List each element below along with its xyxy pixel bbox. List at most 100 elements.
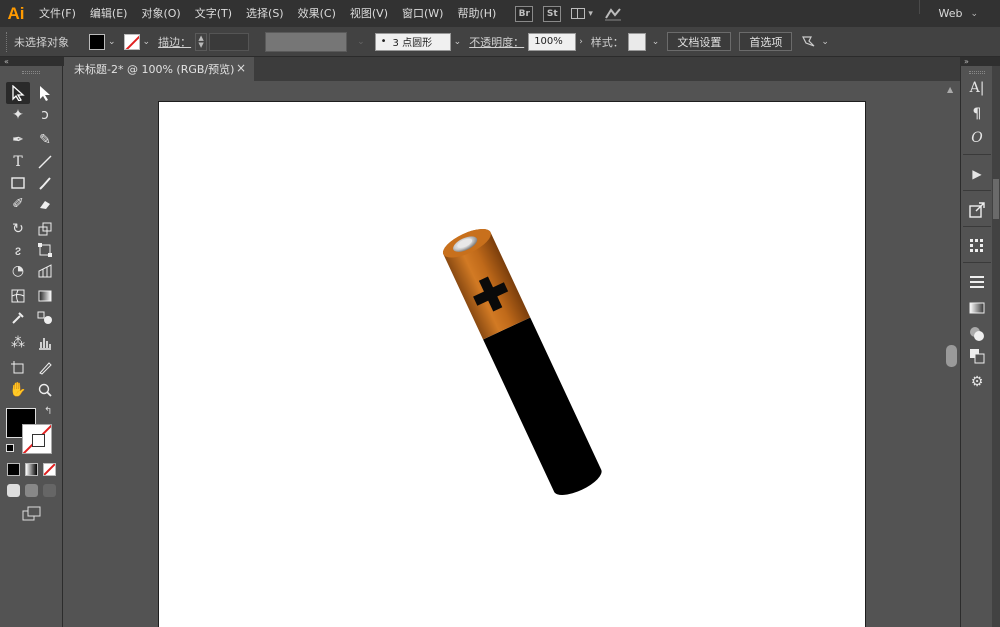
chevron-down-icon[interactable]: ⌄	[652, 37, 660, 47]
menu-object[interactable]: 对象(O)	[134, 0, 187, 27]
curvature-tool-icon[interactable]: ✎	[33, 129, 57, 151]
chevron-down-icon: ⌄	[357, 36, 365, 47]
workspace-switcher[interactable]: Web ⌄	[938, 0, 978, 27]
panel-grip[interactable]	[6, 31, 9, 52]
opacity-label[interactable]: 不透明度：	[469, 34, 524, 50]
opentype-panel-icon[interactable]: O	[966, 128, 988, 148]
none-mode-icon[interactable]	[43, 463, 56, 476]
scale-tool-icon[interactable]	[33, 218, 57, 240]
pen-tool-icon[interactable]: ✒	[6, 129, 30, 151]
gpu-performance-icon[interactable]	[603, 6, 623, 22]
draw-normal-icon[interactable]	[7, 484, 20, 497]
actions-panel-icon[interactable]: ▶	[966, 164, 988, 184]
menu-effect[interactable]: 效果(C)	[291, 0, 343, 27]
shaper-tool-icon[interactable]: ✐	[6, 193, 30, 215]
mesh-tool-icon[interactable]	[6, 285, 30, 307]
opacity-field[interactable]: 100%	[528, 32, 577, 51]
arrange-documents-button[interactable]: ▾	[571, 8, 593, 19]
stroke-panel-icon[interactable]	[966, 272, 988, 292]
vertical-scrollbar[interactable]: ▲	[944, 81, 960, 627]
artboard-tool-icon[interactable]	[6, 357, 30, 379]
eraser-tool-icon[interactable]	[33, 193, 57, 215]
document-tab[interactable]: 未标题-2* @ 100% (RGB/预览) ×	[64, 57, 254, 81]
free-transform-tool-icon[interactable]	[33, 239, 57, 261]
canvas-area[interactable]	[64, 81, 944, 627]
color-mode-icon[interactable]	[7, 463, 20, 476]
selection-tool-icon[interactable]	[6, 82, 30, 104]
hand-tool-icon[interactable]: ✋	[6, 379, 30, 401]
zoom-tool-icon[interactable]	[33, 379, 57, 401]
tools-panel-header[interactable]: «	[0, 57, 64, 66]
menu-view[interactable]: 视图(V)	[343, 0, 395, 27]
panel-dock: A| ¶ O ▶ ⚙	[960, 66, 992, 627]
warp-tool-icon[interactable]: ᴤ	[6, 239, 30, 261]
type-tool-icon[interactable]: T	[6, 151, 30, 173]
paragraph-panel-icon[interactable]: ¶	[966, 104, 988, 124]
eyedropper-tool-icon[interactable]	[6, 307, 30, 329]
graphic-style-swatch[interactable]	[627, 32, 646, 51]
dock-panel-header[interactable]: »	[960, 57, 1000, 66]
battery[interactable]	[439, 223, 605, 501]
slice-tool-icon[interactable]	[33, 357, 57, 379]
panel-grip[interactable]	[22, 71, 40, 74]
scrollbar-thumb[interactable]	[993, 179, 999, 219]
panel-grip[interactable]	[969, 71, 985, 74]
gradient-panel-icon[interactable]	[966, 298, 988, 318]
screen-mode-icon[interactable]	[22, 506, 42, 525]
draw-inside-icon[interactable]	[43, 484, 56, 497]
menu-file[interactable]: 文件(F)	[32, 0, 83, 27]
bridge-button[interactable]: Br	[515, 5, 534, 22]
chevron-down-icon[interactable]: ⌄	[821, 37, 829, 47]
scrollbar-thumb[interactable]	[946, 345, 957, 367]
chevron-right-icon[interactable]: ›	[579, 37, 583, 47]
chevron-down-icon[interactable]: ⌄	[454, 37, 462, 47]
rectangle-tool-icon[interactable]	[6, 172, 30, 194]
preferences-button[interactable]: 首选项	[739, 32, 793, 51]
graphic-styles-panel-icon[interactable]: ⚙	[966, 372, 988, 392]
align-panel-icon[interactable]	[966, 236, 988, 256]
column-graph-tool-icon[interactable]	[33, 332, 57, 354]
line-tool-icon[interactable]	[33, 151, 57, 173]
close-icon[interactable]: ×	[236, 61, 246, 75]
stock-button[interactable]: St	[543, 5, 562, 22]
draw-behind-icon[interactable]	[25, 484, 38, 497]
shape-builder-tool-icon[interactable]: ◔	[6, 260, 30, 282]
default-fill-stroke-icon[interactable]	[6, 444, 14, 452]
brush-value: 3 点圆形	[392, 38, 433, 49]
document-setup-button[interactable]: 文档设置	[667, 32, 732, 51]
stroke-weight-field[interactable]	[209, 32, 250, 51]
stroke-swatch[interactable]	[123, 33, 140, 50]
chevron-down-icon[interactable]: ⌄	[143, 37, 151, 47]
menu-select[interactable]: 选择(S)	[239, 0, 291, 27]
stroke-color-box[interactable]	[22, 424, 52, 454]
artboard[interactable]	[158, 101, 866, 627]
character-panel-icon[interactable]: A|	[966, 78, 988, 98]
menu-help[interactable]: 帮助(H)	[450, 0, 503, 27]
rotate-tool-icon[interactable]: ↻	[6, 218, 30, 240]
chevron-down-icon[interactable]: ⌄	[108, 37, 116, 47]
variable-width-profile[interactable]	[265, 31, 348, 52]
symbol-sprayer-tool-icon[interactable]: ⁂	[6, 332, 30, 354]
pin-icon[interactable]	[800, 34, 818, 50]
fill-swatch[interactable]	[89, 33, 105, 50]
paintbrush-tool-icon[interactable]	[33, 172, 57, 194]
menu-type[interactable]: 文字(T)	[188, 0, 239, 27]
battery-artwork[interactable]	[159, 102, 867, 627]
appearance-panel-icon[interactable]	[966, 346, 988, 366]
transparency-panel-icon[interactable]	[966, 324, 988, 344]
menu-edit[interactable]: 编辑(E)	[83, 0, 135, 27]
gradient-tool-icon[interactable]	[33, 285, 57, 307]
menu-window[interactable]: 窗口(W)	[395, 0, 450, 27]
lasso-tool-icon[interactable]: ↄ	[33, 104, 57, 126]
magic-wand-tool-icon[interactable]: ✦	[6, 104, 30, 126]
stroke-weight-stepper[interactable]: ▲ ▼	[195, 32, 208, 51]
stroke-label[interactable]: 描边：	[158, 34, 191, 50]
perspective-grid-tool-icon[interactable]	[33, 260, 57, 282]
gradient-mode-icon[interactable]	[25, 463, 38, 476]
blend-tool-icon[interactable]	[33, 307, 57, 329]
brush-definition[interactable]: • 3 点圆形	[374, 32, 451, 51]
swap-fill-stroke-icon[interactable]: ↰	[44, 406, 52, 417]
scroll-up-icon[interactable]: ▲	[947, 85, 953, 94]
export-panel-icon[interactable]	[966, 200, 988, 220]
direct-selection-tool-icon[interactable]	[33, 82, 57, 104]
